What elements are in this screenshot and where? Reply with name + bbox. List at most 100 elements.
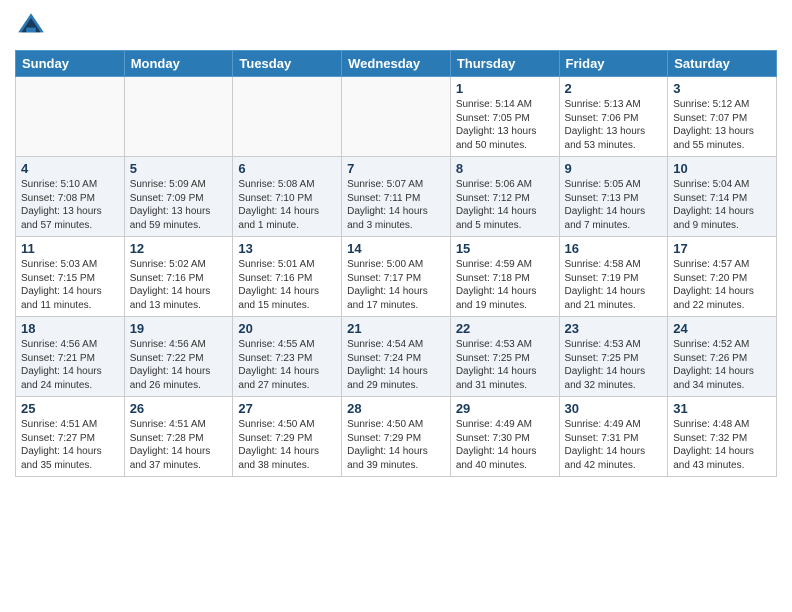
day-info: Sunrise: 4:59 AM Sunset: 7:18 PM Dayligh… <box>456 258 554 312</box>
logo-icon <box>15 10 47 42</box>
day-number: 23 <box>565 321 663 336</box>
calendar-cell: 21 Sunrise: 4:54 AM Sunset: 7:24 PM Dayli… <box>342 317 451 397</box>
calendar-week-5: 25 Sunrise: 4:51 AM Sunset: 7:27 PM Dayli… <box>16 397 777 477</box>
calendar-cell: 23 Sunrise: 4:53 AM Sunset: 7:25 PM Dayli… <box>559 317 668 397</box>
calendar-cell <box>342 77 451 157</box>
day-number: 6 <box>238 161 336 176</box>
day-number: 24 <box>673 321 771 336</box>
weekday-header-row: SundayMondayTuesdayWednesdayThursdayFrid… <box>16 51 777 77</box>
day-info: Sunrise: 5:10 AM Sunset: 7:08 PM Dayligh… <box>21 178 119 232</box>
day-info: Sunrise: 4:50 AM Sunset: 7:29 PM Dayligh… <box>347 418 445 472</box>
weekday-header-wednesday: Wednesday <box>342 51 451 77</box>
calendar-week-4: 18 Sunrise: 4:56 AM Sunset: 7:21 PM Dayli… <box>16 317 777 397</box>
day-number: 31 <box>673 401 771 416</box>
calendar-cell <box>16 77 125 157</box>
day-info: Sunrise: 5:12 AM Sunset: 7:07 PM Dayligh… <box>673 98 771 152</box>
calendar-cell: 26 Sunrise: 4:51 AM Sunset: 7:28 PM Dayli… <box>124 397 233 477</box>
day-number: 26 <box>130 401 228 416</box>
day-number: 17 <box>673 241 771 256</box>
day-number: 8 <box>456 161 554 176</box>
calendar-week-1: 1 Sunrise: 5:14 AM Sunset: 7:05 PM Daylig… <box>16 77 777 157</box>
calendar-cell: 27 Sunrise: 4:50 AM Sunset: 7:29 PM Dayli… <box>233 397 342 477</box>
calendar-cell: 19Sunrise: 4:56 AM Sunset: 7:22 PM Dayli… <box>124 317 233 397</box>
calendar-cell: 30 Sunrise: 4:49 AM Sunset: 7:31 PM Dayli… <box>559 397 668 477</box>
day-info: Sunrise: 5:04 AM Sunset: 7:14 PM Dayligh… <box>673 178 771 232</box>
day-number: 14 <box>347 241 445 256</box>
day-number: 15 <box>456 241 554 256</box>
day-number: 12 <box>130 241 228 256</box>
calendar-cell: 7Sunrise: 5:07 AM Sunset: 7:11 PM Daylig… <box>342 157 451 237</box>
day-info: Sunrise: 5:14 AM Sunset: 7:05 PM Dayligh… <box>456 98 554 152</box>
calendar-cell: 29Sunrise: 4:49 AM Sunset: 7:30 PM Dayli… <box>450 397 559 477</box>
day-number: 18 <box>21 321 119 336</box>
calendar-cell: 4Sunrise: 5:10 AM Sunset: 7:08 PM Daylig… <box>16 157 125 237</box>
day-info: Sunrise: 4:51 AM Sunset: 7:27 PM Dayligh… <box>21 418 119 472</box>
calendar-cell <box>124 77 233 157</box>
calendar-cell: 28Sunrise: 4:50 AM Sunset: 7:29 PM Dayli… <box>342 397 451 477</box>
calendar: SundayMondayTuesdayWednesdayThursdayFrid… <box>15 50 777 477</box>
day-number: 1 <box>456 81 554 96</box>
calendar-cell: 12 Sunrise: 5:02 AM Sunset: 7:16 PM Dayli… <box>124 237 233 317</box>
calendar-cell: 24Sunrise: 4:52 AM Sunset: 7:26 PM Dayli… <box>668 317 777 397</box>
calendar-cell <box>233 77 342 157</box>
day-number: 20 <box>238 321 336 336</box>
calendar-cell: 3 Sunrise: 5:12 AM Sunset: 7:07 PM Daylig… <box>668 77 777 157</box>
day-info: Sunrise: 5:13 AM Sunset: 7:06 PM Dayligh… <box>565 98 663 152</box>
calendar-cell: 25 Sunrise: 4:51 AM Sunset: 7:27 PM Dayli… <box>16 397 125 477</box>
day-number: 27 <box>238 401 336 416</box>
day-number: 11 <box>21 241 119 256</box>
day-info: Sunrise: 4:57 AM Sunset: 7:20 PM Dayligh… <box>673 258 771 312</box>
day-info: Sunrise: 5:06 AM Sunset: 7:12 PM Dayligh… <box>456 178 554 232</box>
day-info: Sunrise: 5:00 AM Sunset: 7:17 PM Dayligh… <box>347 258 445 312</box>
day-number: 5 <box>130 161 228 176</box>
day-number: 2 <box>565 81 663 96</box>
calendar-cell: 10 Sunrise: 5:04 AM Sunset: 7:14 PM Dayli… <box>668 157 777 237</box>
day-number: 30 <box>565 401 663 416</box>
day-number: 29 <box>456 401 554 416</box>
day-info: Sunrise: 4:56 AM Sunset: 7:21 PM Dayligh… <box>21 338 119 392</box>
day-info: Sunrise: 5:05 AM Sunset: 7:13 PM Dayligh… <box>565 178 663 232</box>
day-info: Sunrise: 4:49 AM Sunset: 7:31 PM Dayligh… <box>565 418 663 472</box>
calendar-cell: 17 Sunrise: 4:57 AM Sunset: 7:20 PM Dayli… <box>668 237 777 317</box>
day-info: Sunrise: 5:03 AM Sunset: 7:15 PM Dayligh… <box>21 258 119 312</box>
day-info: Sunrise: 5:07 AM Sunset: 7:11 PM Dayligh… <box>347 178 445 232</box>
day-number: 21 <box>347 321 445 336</box>
calendar-cell: 2 Sunrise: 5:13 AM Sunset: 7:06 PM Daylig… <box>559 77 668 157</box>
weekday-header-friday: Friday <box>559 51 668 77</box>
day-info: Sunrise: 5:09 AM Sunset: 7:09 PM Dayligh… <box>130 178 228 232</box>
logo-area <box>15 10 51 42</box>
day-info: Sunrise: 4:55 AM Sunset: 7:23 PM Dayligh… <box>238 338 336 392</box>
page: SundayMondayTuesdayWednesdayThursdayFrid… <box>0 0 792 487</box>
day-number: 25 <box>21 401 119 416</box>
day-number: 16 <box>565 241 663 256</box>
calendar-week-2: 4Sunrise: 5:10 AM Sunset: 7:08 PM Daylig… <box>16 157 777 237</box>
header <box>15 10 777 42</box>
calendar-week-3: 11 Sunrise: 5:03 AM Sunset: 7:15 PM Dayli… <box>16 237 777 317</box>
day-info: Sunrise: 4:54 AM Sunset: 7:24 PM Dayligh… <box>347 338 445 392</box>
calendar-cell: 14 Sunrise: 5:00 AM Sunset: 7:17 PM Dayli… <box>342 237 451 317</box>
weekday-header-thursday: Thursday <box>450 51 559 77</box>
calendar-cell: 15 Sunrise: 4:59 AM Sunset: 7:18 PM Dayli… <box>450 237 559 317</box>
weekday-header-saturday: Saturday <box>668 51 777 77</box>
day-info: Sunrise: 4:58 AM Sunset: 7:19 PM Dayligh… <box>565 258 663 312</box>
day-info: Sunrise: 4:53 AM Sunset: 7:25 PM Dayligh… <box>565 338 663 392</box>
day-number: 10 <box>673 161 771 176</box>
day-info: Sunrise: 4:48 AM Sunset: 7:32 PM Dayligh… <box>673 418 771 472</box>
weekday-header-monday: Monday <box>124 51 233 77</box>
day-number: 19 <box>130 321 228 336</box>
day-number: 9 <box>565 161 663 176</box>
day-info: Sunrise: 5:01 AM Sunset: 7:16 PM Dayligh… <box>238 258 336 312</box>
day-info: Sunrise: 4:53 AM Sunset: 7:25 PM Dayligh… <box>456 338 554 392</box>
calendar-cell: 31 Sunrise: 4:48 AM Sunset: 7:32 PM Dayli… <box>668 397 777 477</box>
calendar-cell: 1 Sunrise: 5:14 AM Sunset: 7:05 PM Daylig… <box>450 77 559 157</box>
weekday-header-sunday: Sunday <box>16 51 125 77</box>
day-info: Sunrise: 5:08 AM Sunset: 7:10 PM Dayligh… <box>238 178 336 232</box>
day-info: Sunrise: 4:50 AM Sunset: 7:29 PM Dayligh… <box>238 418 336 472</box>
day-info: Sunrise: 5:02 AM Sunset: 7:16 PM Dayligh… <box>130 258 228 312</box>
calendar-cell: 6 Sunrise: 5:08 AM Sunset: 7:10 PM Daylig… <box>233 157 342 237</box>
weekday-header-tuesday: Tuesday <box>233 51 342 77</box>
day-info: Sunrise: 4:51 AM Sunset: 7:28 PM Dayligh… <box>130 418 228 472</box>
calendar-cell: 9 Sunrise: 5:05 AM Sunset: 7:13 PM Daylig… <box>559 157 668 237</box>
calendar-cell: 20 Sunrise: 4:55 AM Sunset: 7:23 PM Dayli… <box>233 317 342 397</box>
day-number: 3 <box>673 81 771 96</box>
